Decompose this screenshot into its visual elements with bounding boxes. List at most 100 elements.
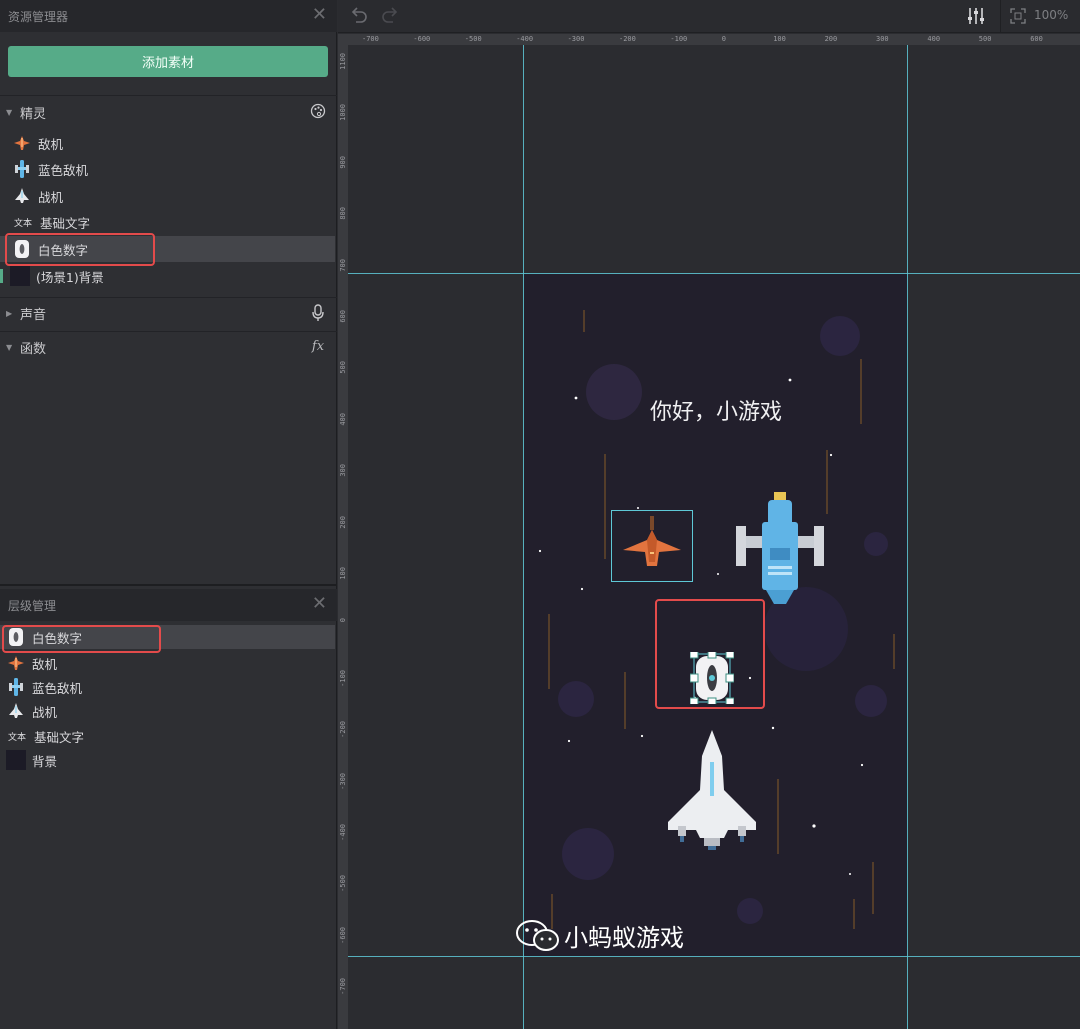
ruler-tick-label: 0 bbox=[339, 618, 347, 623]
greeting-text[interactable]: 你好，小游戏 bbox=[524, 394, 908, 426]
white-fighter-icon bbox=[12, 186, 32, 206]
expand-arrow-icon[interactable]: ▼ bbox=[6, 108, 14, 117]
layer-item-basic-text[interactable]: 文本 基础文字 bbox=[0, 723, 337, 749]
layer-item-label: 基础文字 bbox=[34, 729, 85, 745]
highlight-box bbox=[655, 599, 765, 709]
section-functions-label: 函数 bbox=[20, 341, 47, 357]
ruler-tick-label: -200 bbox=[619, 35, 636, 43]
sprite-item-enemy[interactable]: 敌机 bbox=[0, 130, 337, 156]
wechat-icon bbox=[516, 919, 559, 951]
ruler-tick-label: 200 bbox=[824, 35, 838, 43]
ruler-tick-label: 500 bbox=[339, 361, 347, 375]
sprite-item-blue-enemy[interactable]: 蓝色敌机 bbox=[0, 156, 337, 182]
section-sounds-label: 声音 bbox=[20, 307, 47, 323]
ruler-tick-label: 400 bbox=[927, 35, 941, 43]
ruler-tick-label: -500 bbox=[464, 35, 482, 43]
ruler-tick-label: -600 bbox=[413, 35, 431, 43]
text-icon: 文本 bbox=[13, 218, 32, 229]
orange-jet-icon bbox=[12, 133, 32, 153]
sprite-item-basic-text[interactable]: 文本 基础文字 bbox=[0, 209, 337, 235]
watermark: 小蚂蚁游戏 bbox=[516, 918, 684, 953]
layer-item-enemy[interactable]: 敌机 bbox=[0, 650, 337, 676]
section-sounds[interactable]: ▶ 声音 bbox=[0, 298, 337, 328]
editor-window: 资源管理器 ✕ 添加素材 ▼ 精灵 敌机 蓝色敌机 战机 文本 基础文字 白色数… bbox=[0, 0, 1080, 1029]
ruler-tick-label: 800 bbox=[339, 207, 347, 220]
ruler-tick-label: -100 bbox=[670, 35, 688, 43]
divider bbox=[0, 584, 337, 586]
ruler-tick-label: 100 bbox=[773, 35, 786, 43]
ruler-tick-label: 400 bbox=[339, 412, 347, 426]
guide-line-vertical[interactable] bbox=[523, 45, 524, 1029]
section-sprites-label: 精灵 bbox=[20, 106, 47, 122]
layer-item-label: 背景 bbox=[32, 753, 58, 769]
layer-item-label: 敌机 bbox=[32, 656, 58, 672]
guide-line-horizontal[interactable] bbox=[348, 956, 1080, 957]
ruler-tick-label: 600 bbox=[339, 310, 347, 323]
palette-icon[interactable] bbox=[309, 103, 327, 121]
ruler-tick-label: 300 bbox=[876, 35, 889, 43]
white-fighter-icon bbox=[6, 701, 26, 721]
ruler-tick-label: -400 bbox=[339, 824, 347, 841]
scene-marker bbox=[0, 269, 3, 283]
layer-item-background[interactable]: 背景 bbox=[0, 747, 337, 773]
section-sprites[interactable]: ▼ 精灵 bbox=[0, 97, 337, 127]
zoom-level[interactable]: 100% bbox=[1034, 8, 1068, 22]
sprite-item-background[interactable]: (场景1)背景 bbox=[0, 263, 337, 289]
vertical-ruler[interactable]: 1100 1000 900 800 700 600 500 400 300 200 100 0 -100… bbox=[338, 45, 348, 1029]
guide-line-horizontal[interactable] bbox=[348, 273, 1080, 274]
watermark-text: 小蚂蚁游戏 bbox=[564, 924, 684, 952]
background-thumb-icon bbox=[6, 750, 26, 770]
horizontal-ruler[interactable]: -700 -600 -500 -400 -300 -200 -100 0 100 200 300 40… bbox=[348, 34, 1080, 45]
fx-icon[interactable]: fx bbox=[309, 338, 327, 356]
layer-item-label: 蓝色敌机 bbox=[32, 680, 83, 696]
design-canvas[interactable]: 你好，小游戏 bbox=[348, 45, 1080, 1029]
sprite-item-label: 基础文字 bbox=[40, 215, 91, 231]
ruler-tick-label: -300 bbox=[339, 772, 347, 790]
ruler-tick-label: 1000 bbox=[339, 104, 347, 122]
text-icon: 文本 bbox=[7, 732, 26, 743]
ruler-tick-label: -700 bbox=[362, 35, 379, 43]
ruler-tick-label: -700 bbox=[339, 978, 347, 996]
layer-panel-header: 层级管理 ✕ bbox=[0, 589, 337, 621]
ruler-tick-label: 700 bbox=[339, 258, 347, 272]
ruler-tick-label: 1100 bbox=[339, 53, 347, 70]
background-thumb-icon bbox=[10, 266, 30, 286]
ruler-corner bbox=[338, 34, 348, 45]
collapse-arrow-icon[interactable]: ▶ bbox=[6, 309, 14, 318]
ruler-tick-label: -500 bbox=[339, 875, 347, 893]
white-fighter-icon[interactable] bbox=[664, 730, 760, 850]
asset-panel-title: 资源管理器 bbox=[8, 9, 69, 24]
sliders-icon[interactable] bbox=[966, 6, 986, 26]
layer-panel-title: 层级管理 bbox=[8, 598, 57, 613]
sprite-item-label: (场景1)背景 bbox=[36, 269, 104, 285]
expand-arrow-icon[interactable]: ▼ bbox=[6, 343, 14, 352]
blue-ship-icon[interactable] bbox=[730, 492, 830, 612]
redo-icon[interactable] bbox=[380, 5, 402, 27]
layer-item-fighter[interactable]: 战机 bbox=[0, 698, 337, 724]
layer-item-blue-enemy[interactable]: 蓝色敌机 bbox=[0, 674, 337, 700]
toolbar-divider bbox=[1000, 0, 1001, 33]
ruler-tick-label: -400 bbox=[516, 35, 534, 43]
fit-screen-icon[interactable] bbox=[1010, 8, 1026, 24]
undo-icon[interactable] bbox=[349, 5, 371, 27]
ruler-tick-label: 200 bbox=[339, 515, 347, 529]
guide-line-vertical[interactable] bbox=[907, 45, 908, 1029]
divider bbox=[0, 95, 337, 96]
highlight-box bbox=[2, 625, 161, 653]
top-toolbar: 100% bbox=[338, 0, 1080, 33]
close-icon[interactable]: ✕ bbox=[312, 595, 327, 613]
microphone-icon[interactable] bbox=[309, 304, 327, 322]
ruler-tick-label: -200 bbox=[339, 721, 347, 739]
orange-jet-icon bbox=[6, 653, 26, 673]
layer-item-label: 战机 bbox=[32, 704, 58, 720]
orange-jet-icon[interactable] bbox=[617, 514, 687, 574]
sprite-item-fighter[interactable]: 战机 bbox=[0, 183, 337, 209]
blue-ship-icon bbox=[12, 159, 32, 179]
add-asset-button[interactable]: 添加素材 bbox=[8, 46, 328, 77]
ruler-tick-label: 600 bbox=[1030, 35, 1043, 43]
close-icon[interactable]: ✕ bbox=[312, 6, 327, 24]
section-functions[interactable]: ▼ 函数 fx bbox=[0, 332, 337, 362]
sprite-item-label: 敌机 bbox=[38, 136, 64, 152]
sprite-item-label: 蓝色敌机 bbox=[38, 162, 89, 178]
sprite-item-label: 战机 bbox=[38, 189, 64, 205]
